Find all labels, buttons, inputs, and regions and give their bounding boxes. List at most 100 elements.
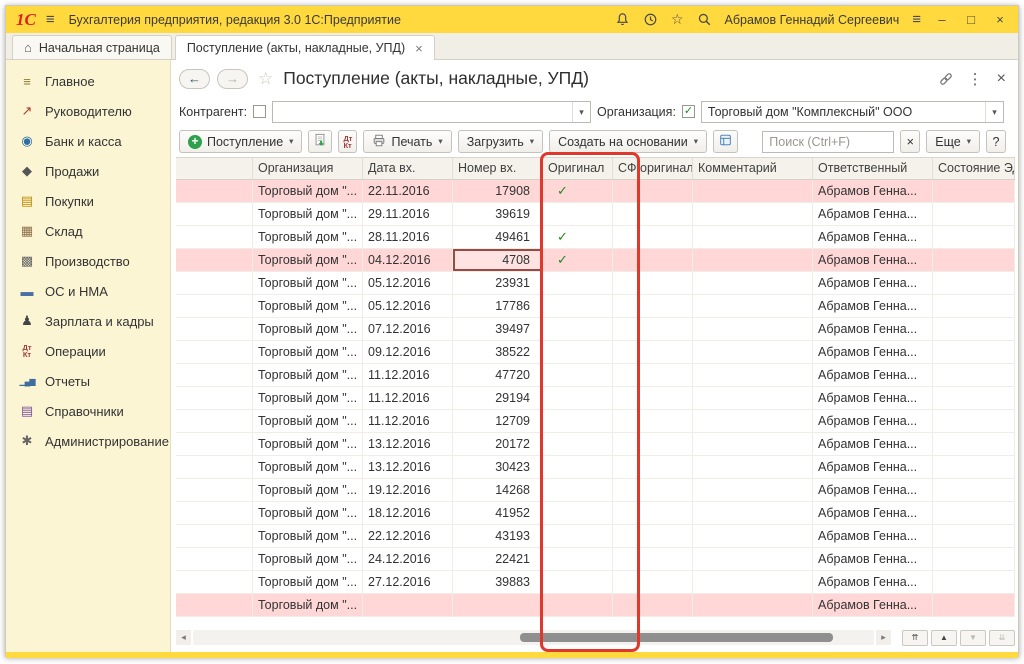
cell-resp[interactable]: Абрамов Генна...: [813, 203, 933, 225]
cell-comment[interactable]: [693, 249, 813, 271]
go-first-button[interactable]: ⇈: [902, 630, 928, 646]
cell-state[interactable]: [176, 226, 253, 248]
cell-orig[interactable]: [543, 203, 613, 225]
cell-state[interactable]: [176, 571, 253, 593]
cell-sf[interactable]: [613, 479, 693, 501]
close-window-button[interactable]: ×: [992, 12, 1008, 27]
cell-resp[interactable]: Абрамов Генна...: [813, 272, 933, 294]
cell-org[interactable]: Торговый дом "...: [253, 272, 363, 294]
cell-org[interactable]: Торговый дом "...: [253, 295, 363, 317]
cell-orig[interactable]: [543, 479, 613, 501]
cell-sf[interactable]: [613, 272, 693, 294]
cell-comment[interactable]: [693, 525, 813, 547]
cell-edo[interactable]: [933, 364, 1015, 386]
cell-edo[interactable]: [933, 180, 1015, 202]
more-actions-kebab-icon[interactable]: ⋮: [968, 70, 983, 88]
cell-sf[interactable]: [613, 249, 693, 271]
cell-num[interactable]: 17786: [453, 295, 543, 317]
cell-comment[interactable]: [693, 387, 813, 409]
cell-org[interactable]: Торговый дом "...: [253, 226, 363, 248]
cell-orig[interactable]: ✓: [543, 226, 613, 248]
create-based-on-button[interactable]: Создать на основании ▾: [549, 130, 707, 153]
cell-num[interactable]: 14268: [453, 479, 543, 501]
col-responsible[interactable]: Ответственный: [813, 158, 933, 179]
go-prev-button[interactable]: ▲: [931, 630, 957, 646]
cell-comment[interactable]: [693, 594, 813, 616]
cell-orig[interactable]: [543, 364, 613, 386]
cell-sf[interactable]: [613, 226, 693, 248]
table-row[interactable]: Торговый дом "...24.12.201622421Абрамов …: [176, 548, 1015, 571]
cell-org[interactable]: Торговый дом "...: [253, 203, 363, 225]
cell-orig[interactable]: [543, 571, 613, 593]
cell-resp[interactable]: Абрамов Генна...: [813, 456, 933, 478]
table-row[interactable]: Торговый дом "...11.12.201612709Абрамов …: [176, 410, 1015, 433]
cell-date[interactable]: 05.12.2016: [363, 295, 453, 317]
table-row[interactable]: Торговый дом "...22.12.201643193Абрамов …: [176, 525, 1015, 548]
print-button[interactable]: Печать ▾: [363, 130, 451, 153]
cell-edo[interactable]: [933, 456, 1015, 478]
cell-state[interactable]: [176, 410, 253, 432]
cell-orig[interactable]: [543, 456, 613, 478]
table-row[interactable]: Торговый дом "...11.12.201647720Абрамов …: [176, 364, 1015, 387]
current-user[interactable]: Абрамов Геннадий Сергеевич: [725, 13, 900, 27]
cell-sf[interactable]: [613, 295, 693, 317]
create-postuplenie-button[interactable]: + Поступление ▾: [179, 130, 302, 153]
cell-comment[interactable]: [693, 410, 813, 432]
cell-num[interactable]: 43193: [453, 525, 543, 547]
cell-resp[interactable]: Абрамов Генна...: [813, 226, 933, 248]
col-num[interactable]: Номер вх.: [453, 158, 543, 179]
cell-edo[interactable]: [933, 479, 1015, 501]
cell-num[interactable]: 20172: [453, 433, 543, 455]
sidebar-item-zarplata-kadry[interactable]: ♟Зарплата и кадры: [6, 306, 170, 336]
cell-date[interactable]: 19.12.2016: [363, 479, 453, 501]
cell-orig[interactable]: [543, 525, 613, 547]
cell-comment[interactable]: [693, 318, 813, 340]
cell-orig[interactable]: [543, 295, 613, 317]
tab-close-icon[interactable]: ×: [415, 41, 423, 56]
table-row[interactable]: Торговый дом "...22.11.201617908✓Абрамов…: [176, 180, 1015, 203]
table-row[interactable]: Торговый дом "...27.12.201639883Абрамов …: [176, 571, 1015, 594]
cell-sf[interactable]: [613, 203, 693, 225]
sidebar-item-administrirovanie[interactable]: ✱Администрирование: [6, 426, 170, 456]
cell-edo[interactable]: [933, 433, 1015, 455]
table-row[interactable]: Торговый дом "...04.12.20164708✓Абрамов …: [176, 249, 1015, 272]
cell-date[interactable]: 22.11.2016: [363, 180, 453, 202]
cell-state[interactable]: [176, 433, 253, 455]
col-sf-original[interactable]: СФ оригинал: [613, 158, 693, 179]
col-state[interactable]: [176, 158, 253, 179]
table-row[interactable]: Торговый дом "...28.11.201649461✓Абрамов…: [176, 226, 1015, 249]
cell-org[interactable]: Торговый дом "...: [253, 387, 363, 409]
sidebar-item-sklad[interactable]: ▦Склад: [6, 216, 170, 246]
cell-num[interactable]: 39619: [453, 203, 543, 225]
cell-date[interactable]: 04.12.2016: [363, 249, 453, 271]
search-icon[interactable]: [697, 12, 712, 27]
cell-num[interactable]: 12709: [453, 410, 543, 432]
cell-org[interactable]: Торговый дом "...: [253, 180, 363, 202]
kontragent-dropdown-icon[interactable]: ▾: [572, 102, 590, 122]
table-row[interactable]: Торговый дом "...07.12.201639497Абрамов …: [176, 318, 1015, 341]
cell-comment[interactable]: [693, 364, 813, 386]
history-icon[interactable]: [643, 12, 658, 27]
cell-num[interactable]: [453, 594, 543, 616]
cell-state[interactable]: [176, 387, 253, 409]
cell-num[interactable]: 41952: [453, 502, 543, 524]
cell-date[interactable]: 13.12.2016: [363, 456, 453, 478]
cell-date[interactable]: 18.12.2016: [363, 502, 453, 524]
minimize-button[interactable]: –: [934, 12, 950, 27]
sidebar-item-spravochniki[interactable]: ▤Справочники: [6, 396, 170, 426]
get-link-icon[interactable]: [938, 71, 954, 87]
cell-org[interactable]: Торговый дом "...: [253, 479, 363, 501]
cell-resp[interactable]: Абрамов Генна...: [813, 433, 933, 455]
col-comment[interactable]: Комментарий: [693, 158, 813, 179]
cell-date[interactable]: 11.12.2016: [363, 387, 453, 409]
col-original[interactable]: Оригинал: [543, 158, 613, 179]
col-edo-state[interactable]: Состояние ЭДО: [933, 158, 1015, 179]
cell-num[interactable]: 30423: [453, 456, 543, 478]
cell-org[interactable]: Торговый дом "...: [253, 410, 363, 432]
cell-resp[interactable]: Абрамов Генна...: [813, 295, 933, 317]
cell-org[interactable]: Торговый дом "...: [253, 318, 363, 340]
table-row[interactable]: Торговый дом "...09.12.201638522Абрамов …: [176, 341, 1015, 364]
cell-orig[interactable]: [543, 594, 613, 616]
cell-resp[interactable]: Абрамов Генна...: [813, 387, 933, 409]
cell-edo[interactable]: [933, 272, 1015, 294]
